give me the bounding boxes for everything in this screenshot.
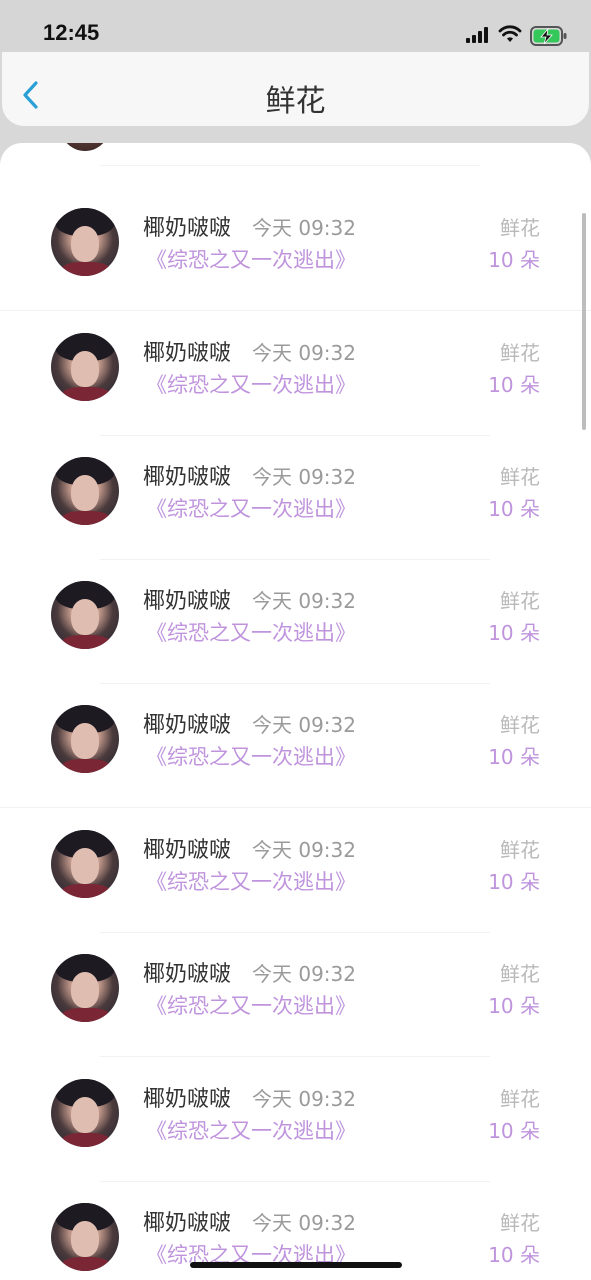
book-title-link[interactable]: 《综恐之又一次逃出》	[146, 990, 356, 1020]
status-bar: 12:45	[0, 0, 591, 54]
list-item[interactable]: 椰奶啵啵 今天 09:32 《综恐之又一次逃出》 鲜花 10 朵	[0, 684, 591, 808]
list-item[interactable]: 椰奶啵啵 今天 09:32 《综恐之又一次逃出》 鲜花 10 朵	[0, 560, 591, 684]
timestamp: 今天 09:32	[252, 216, 356, 240]
avatar[interactable]	[51, 830, 119, 898]
timestamp: 今天 09:32	[252, 465, 356, 489]
gift-type-label: 鲜花	[500, 216, 540, 240]
home-indicator[interactable]	[190, 1262, 402, 1268]
divider	[0, 807, 591, 808]
navigation-bar: 鲜花	[2, 52, 589, 126]
avatar[interactable]	[51, 581, 119, 649]
avatar[interactable]	[51, 457, 119, 525]
gift-count: 10 朵	[488, 1243, 540, 1267]
timestamp: 今天 09:32	[252, 838, 356, 862]
status-time: 12:45	[43, 20, 100, 45]
book-title-link[interactable]: 《综恐之又一次逃出》	[146, 617, 356, 647]
avatar[interactable]	[51, 705, 119, 773]
username[interactable]: 椰奶啵啵	[143, 956, 231, 988]
list-item[interactable]: 椰奶啵啵 今天 09:32 《综恐之又一次逃出》 鲜花 10 朵	[0, 312, 591, 436]
timestamp: 今天 09:32	[252, 962, 356, 986]
username[interactable]: 椰奶啵啵	[143, 1205, 231, 1237]
timestamp: 今天 09:32	[252, 713, 356, 737]
book-title-link[interactable]: 《综恐之又一次逃出》	[146, 741, 356, 771]
wifi-icon	[498, 25, 522, 42]
gift-count: 10 朵	[488, 745, 540, 769]
gift-type-label: 鲜花	[500, 962, 540, 986]
username[interactable]: 椰奶啵啵	[143, 459, 231, 491]
list-item[interactable]: 椰奶啵啵 今天 09:32 《综恐之又一次逃出》 鲜花 10 朵	[0, 809, 591, 933]
username[interactable]: 椰奶啵啵	[143, 832, 231, 864]
avatar[interactable]	[51, 1203, 119, 1271]
gift-count: 10 朵	[488, 497, 540, 521]
page-title: 鲜花	[265, 84, 326, 119]
timestamp: 今天 09:32	[252, 341, 356, 365]
gift-count: 10 朵	[488, 621, 540, 645]
gift-record-list[interactable]: 椰奶啵啵 今天 09:32 《综恐之又一次逃出》 鲜花 10 朵 椰奶啵啵 今天…	[0, 143, 591, 1280]
avatar[interactable]	[60, 143, 110, 151]
book-title-link[interactable]: 《综恐之又一次逃出》	[146, 244, 356, 274]
book-title-link[interactable]: 《综恐之又一次逃出》	[146, 493, 356, 523]
battery-charging-icon	[530, 26, 567, 46]
cellular-signal-icon	[466, 27, 488, 43]
book-title-link[interactable]: 《综恐之又一次逃出》	[146, 1115, 356, 1145]
divider	[100, 1056, 490, 1057]
timestamp: 今天 09:32	[252, 1211, 356, 1235]
gift-type-label: 鲜花	[500, 589, 540, 613]
gift-count: 10 朵	[488, 1119, 540, 1143]
avatar[interactable]	[51, 333, 119, 401]
gift-count: 10 朵	[488, 994, 540, 1018]
username[interactable]: 椰奶啵啵	[143, 1081, 231, 1113]
list-item[interactable]: 椰奶啵啵 今天 09:32 《综恐之又一次逃出》 鲜花 10 朵	[0, 187, 591, 311]
gift-type-label: 鲜花	[500, 1211, 540, 1235]
timestamp: 今天 09:32	[252, 1087, 356, 1111]
book-title-link[interactable]: 《综恐之又一次逃出》	[146, 866, 356, 896]
gift-type-label: 鲜花	[500, 713, 540, 737]
gift-count: 10 朵	[488, 248, 540, 272]
gift-count: 10 朵	[488, 870, 540, 894]
username[interactable]: 椰奶啵啵	[143, 583, 231, 615]
list-item[interactable]: 椰奶啵啵 今天 09:32 《综恐之又一次逃出》 鲜花 10 朵	[0, 1058, 591, 1182]
gift-type-label: 鲜花	[500, 838, 540, 862]
gift-type-label: 鲜花	[500, 1087, 540, 1111]
avatar[interactable]	[51, 954, 119, 1022]
list-item[interactable]: 椰奶啵啵 今天 09:32 《综恐之又一次逃出》 鲜花 10 朵	[0, 933, 591, 1057]
username[interactable]: 椰奶啵啵	[143, 707, 231, 739]
avatar[interactable]	[51, 208, 119, 276]
divider	[0, 310, 591, 311]
gift-type-label: 鲜花	[500, 465, 540, 489]
username[interactable]: 椰奶啵啵	[143, 210, 231, 242]
avatar[interactable]	[51, 1079, 119, 1147]
timestamp: 今天 09:32	[252, 589, 356, 613]
gift-type-label: 鲜花	[500, 341, 540, 365]
gift-count: 10 朵	[488, 373, 540, 397]
username[interactable]: 椰奶啵啵	[143, 335, 231, 367]
scrollbar[interactable]	[582, 213, 586, 430]
list-item[interactable]: 椰奶啵啵 今天 09:32 《综恐之又一次逃出》 鲜花 10 朵	[0, 436, 591, 560]
book-title-link[interactable]: 《综恐之又一次逃出》	[146, 369, 356, 399]
divider	[100, 165, 480, 166]
